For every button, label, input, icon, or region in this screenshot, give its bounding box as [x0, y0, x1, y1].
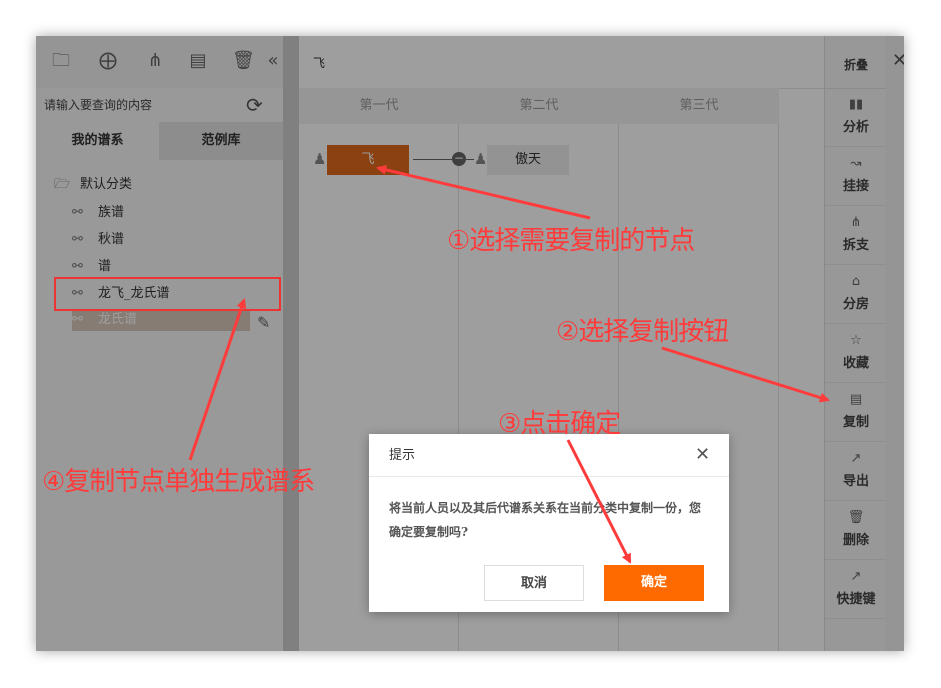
- divider: [369, 476, 729, 477]
- confirm-button[interactable]: 确定: [604, 565, 704, 601]
- dialog-title: 提示: [389, 448, 416, 463]
- cancel-button[interactable]: 取消: [484, 565, 584, 601]
- annotation-step4: ④复制节点单独生成谱系: [42, 467, 315, 497]
- annotation-step1: ①选择需要复制的节点: [447, 226, 695, 256]
- highlight-box: [54, 277, 281, 311]
- annotation-step3: ③点击确定: [498, 409, 621, 439]
- confirm-dialog: 提示 ✕ 将当前人员以及其后代谱系关系在当前分类中复制一份，您确定要复制吗? 取…: [369, 434, 729, 612]
- dialog-message: 将当前人员以及其后代谱系关系在当前分类中复制一份，您确定要复制吗?: [389, 501, 702, 539]
- close-icon[interactable]: ✕: [695, 444, 710, 465]
- annotation-step2: ②选择复制按钮: [556, 317, 729, 347]
